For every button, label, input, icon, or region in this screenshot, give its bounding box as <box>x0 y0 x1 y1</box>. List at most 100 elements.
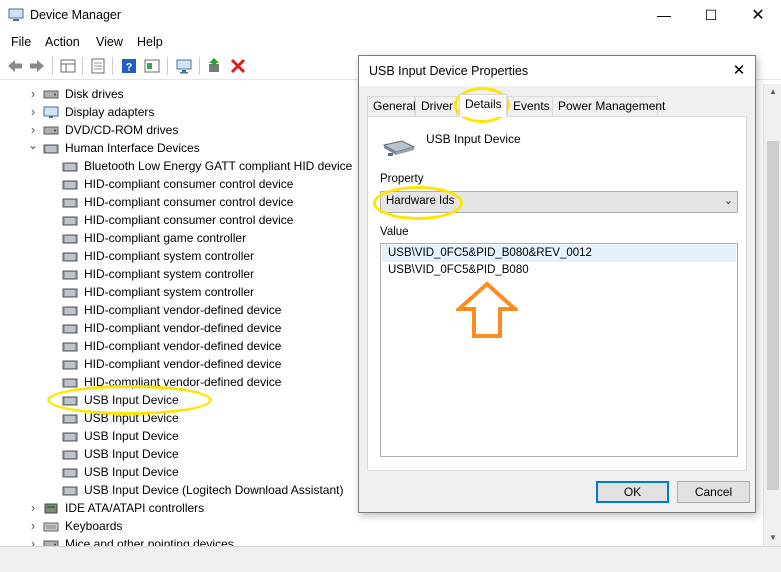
usb-device-icon <box>382 140 416 156</box>
tree-item-label: HID-compliant game controller <box>84 231 247 245</box>
hid-device-icon <box>62 414 78 424</box>
tab-events[interactable]: Events <box>507 96 553 116</box>
hid-device-icon <box>62 432 78 442</box>
chevron-right-icon[interactable]: › <box>27 103 39 121</box>
title-bar: Device Manager — ☐ ✕ <box>0 0 781 31</box>
chevron-right-icon[interactable]: › <box>27 85 39 103</box>
menu-view[interactable]: View <box>96 35 123 49</box>
toolbar-separator <box>167 57 168 75</box>
mouse-icon <box>43 540 59 546</box>
menu-file[interactable]: File <box>11 35 31 49</box>
view-devices-icon[interactable] <box>142 57 162 75</box>
menu-bar: File Action View Help <box>0 31 781 53</box>
properties-grid-icon[interactable] <box>58 57 78 75</box>
disk-drive-icon <box>43 90 59 99</box>
maximize-button[interactable]: ☐ <box>688 0 734 31</box>
tree-item-label: USB Input Device <box>84 465 179 479</box>
tab-details[interactable]: Details <box>459 94 507 117</box>
tree-item-label: Bluetooth Low Energy GATT compliant HID … <box>84 159 353 173</box>
property-selected-value: Hardware Ids <box>386 195 455 207</box>
tree-item-label: USB Input Device <box>84 393 179 407</box>
toolbar-separator <box>112 57 113 75</box>
chevron-down-icon: ⌄ <box>723 195 733 207</box>
chevron-right-icon[interactable]: › <box>27 517 39 535</box>
chevron-right-icon[interactable]: › <box>27 499 39 517</box>
chevron-right-icon[interactable]: › <box>27 535 39 546</box>
scroll-down-arrow-icon[interactable]: ▼ <box>764 530 781 546</box>
tab-general[interactable]: General <box>367 96 416 116</box>
uninstall-red-x-icon[interactable] <box>228 57 248 75</box>
value-row[interactable]: USB\VID_0FC5&PID_B080&REV_0012 <box>382 245 736 262</box>
tree-item-label: HID-compliant consumer control device <box>84 177 294 191</box>
hid-device-icon <box>62 306 78 316</box>
property-dropdown[interactable]: Hardware Ids ⌄ <box>380 191 738 213</box>
forward-arrow-icon[interactable] <box>27 57 47 75</box>
tree-item-label: Human Interface Devices <box>65 141 200 155</box>
hid-icon <box>43 144 59 154</box>
tree-item-label: HID-compliant vendor-defined device <box>84 375 282 389</box>
value-label: Value <box>380 226 409 238</box>
hid-device-icon <box>62 450 78 460</box>
cancel-button[interactable]: Cancel <box>677 481 750 503</box>
tree-item-label: USB Input Device <box>84 411 179 425</box>
show-hidden-icon[interactable] <box>88 57 108 75</box>
value-list[interactable]: USB\VID_0FC5&PID_B080&REV_0012 USB\VID_0… <box>380 243 738 457</box>
hid-device-icon <box>62 486 78 496</box>
dialog-close-button[interactable]: ✕ <box>725 58 753 84</box>
tree-category[interactable]: › Mice and other pointing devices <box>27 535 763 546</box>
help-icon[interactable]: ? <box>119 57 139 75</box>
status-bar <box>0 546 781 572</box>
keyboard-icon <box>43 522 59 532</box>
tree-item-label: HID-compliant system controller <box>84 285 255 299</box>
tree-item-label: Mice and other pointing devices <box>65 537 234 546</box>
vertical-scrollbar[interactable]: ▲ ▼ <box>763 84 781 546</box>
scrollbar-thumb[interactable] <box>767 141 779 490</box>
hid-device-icon <box>62 270 78 280</box>
tree-item-label: Display adapters <box>65 105 155 119</box>
tree-item-label: HID-compliant vendor-defined device <box>84 357 282 371</box>
hid-device-icon <box>62 162 78 172</box>
scroll-up-arrow-icon[interactable]: ▲ <box>764 84 781 100</box>
properties-dialog: USB Input Device Properties ✕ General Dr… <box>358 55 756 513</box>
device-name: USB Input Device <box>426 132 521 146</box>
menu-action[interactable]: Action <box>45 35 80 49</box>
hid-device-icon <box>62 378 78 388</box>
value-row[interactable]: USB\VID_0FC5&PID_B080 <box>382 262 736 279</box>
tree-item-label: HID-compliant vendor-defined device <box>84 321 282 335</box>
tree-item-label: DVD/CD-ROM drives <box>65 123 179 137</box>
device-manager-icon <box>8 8 24 21</box>
window-title: Device Manager <box>30 8 122 22</box>
chevron-right-icon[interactable]: › <box>27 121 39 139</box>
update-driver-icon[interactable] <box>205 57 225 75</box>
tree-item-label: HID-compliant system controller <box>84 249 255 263</box>
toolbar-separator <box>199 57 200 75</box>
dvd-drive-icon <box>43 126 59 135</box>
tree-item-label: USB Input Device (Logitech Download Assi… <box>84 483 344 497</box>
tree-category[interactable]: › Keyboards <box>27 517 763 535</box>
svg-text:?: ? <box>126 62 133 74</box>
tree-item-label: Disk drives <box>65 87 124 101</box>
close-button[interactable]: ✕ <box>735 0 781 31</box>
back-arrow-icon[interactable] <box>5 57 25 75</box>
toolbar-separator <box>52 57 53 75</box>
tree-item-label: USB Input Device <box>84 447 179 461</box>
display-adapter-icon <box>43 106 59 118</box>
hid-device-icon <box>62 198 78 208</box>
hid-device-icon <box>62 342 78 352</box>
menu-help[interactable]: Help <box>137 35 163 49</box>
hid-device-icon <box>62 288 78 298</box>
tab-driver[interactable]: Driver <box>415 96 457 116</box>
monitor-icon[interactable] <box>174 57 194 75</box>
hid-device-icon <box>62 180 78 190</box>
tree-item-label: HID-compliant consumer control device <box>84 213 294 227</box>
hid-device-icon <box>62 216 78 226</box>
dialog-title-bar: USB Input Device Properties ✕ <box>359 56 755 86</box>
ok-button[interactable]: OK <box>596 481 669 503</box>
minimize-button[interactable]: — <box>641 0 687 31</box>
hid-device-icon <box>62 252 78 262</box>
property-label: Property <box>380 173 424 185</box>
tree-item-label: HID-compliant system controller <box>84 267 255 281</box>
chevron-down-icon[interactable]: ⌄ <box>27 139 39 157</box>
tab-power-management[interactable]: Power Management <box>552 96 665 116</box>
hid-device-icon <box>62 234 78 244</box>
